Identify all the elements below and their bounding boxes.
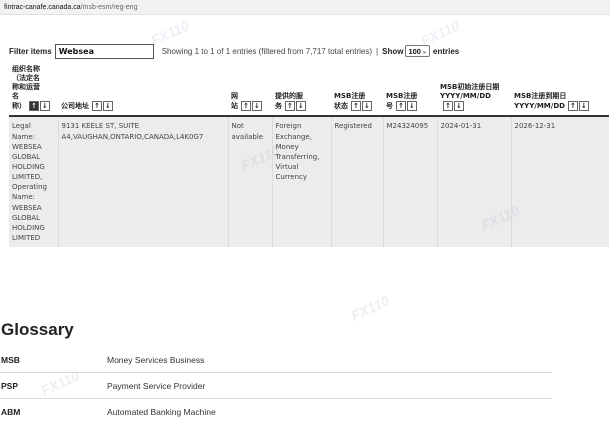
column-header-text: YYYY/MM/DD xyxy=(514,102,565,111)
table-header-row: 组织名称 （法定名 称和运营名称） ↑ ↓ 公司地址 ↑ ↓ 网站 ↑ ↓ 提供的服务 ↑ ↓ MSB注册状… xyxy=(9,62,609,118)
sort-controls: ↑ ↓ xyxy=(395,101,417,112)
cell-website: Not available xyxy=(228,116,273,248)
column-header-text: 提供的服 xyxy=(275,92,303,101)
sort-descending-icon[interactable]: ↓ xyxy=(406,101,417,112)
glossary-definition: Money Services Business xyxy=(107,354,205,365)
sort-controls: ↑ ↓ xyxy=(240,101,262,112)
column-header-text: 网 xyxy=(231,92,238,101)
glossary-term: MSB xyxy=(1,354,20,365)
chevron-down-icon: ⌄ xyxy=(421,48,427,55)
sort-ascending-icon[interactable]: ↑ xyxy=(285,101,295,112)
sort-descending-icon[interactable]: ↓ xyxy=(361,101,372,112)
sort-ascending-icon[interactable]: ↑ xyxy=(567,101,578,112)
cell-status: Registered xyxy=(331,116,384,248)
filter-input[interactable] xyxy=(54,43,154,59)
glossary-item: PSP Payment Service Provider xyxy=(0,373,552,399)
url-host: fintrac-canafe.canada.ca xyxy=(4,4,81,11)
column-header-text: （法定名 xyxy=(12,74,40,83)
glossary-term: ABM xyxy=(1,406,21,417)
sort-descending-icon[interactable]: ↓ xyxy=(453,101,464,112)
column-header-2: 公司地址 ↑ ↓ xyxy=(58,62,228,118)
sort-controls: ↑ ↓ xyxy=(91,101,113,112)
watermark-icon: FX110 xyxy=(348,292,392,324)
sort-ascending-icon[interactable]: ↑ xyxy=(241,101,251,112)
column-header-text: MSB初始注册日期 xyxy=(440,83,500,92)
column-header-text: MSB注册 xyxy=(386,92,418,101)
column-header-7: MSB初始注册日期 YYYY/MM/DD↑ ↓ xyxy=(437,62,511,118)
glossary-item: ABM Automated Banking Machine xyxy=(0,399,552,423)
glossary-term: PSP xyxy=(1,380,19,391)
sort-ascending-icon[interactable]: ↑ xyxy=(443,101,453,112)
sort-descending-icon[interactable]: ↓ xyxy=(295,101,306,112)
page-size-value: 100 xyxy=(408,46,421,56)
column-header-text: 称和运营 xyxy=(12,83,40,92)
url-bar[interactable]: fintrac-canafe.canada.ca/msb-esm/reg-eng xyxy=(0,0,610,15)
show-label: Show xyxy=(382,46,404,56)
entries-label: entries xyxy=(433,46,460,56)
column-header-text: YYYY/MM/DD xyxy=(440,92,491,101)
sort-controls: ↑ ↓ xyxy=(28,101,50,112)
filter-label: Filter items xyxy=(9,46,52,56)
url-path: /msb-esm/reg-eng xyxy=(80,4,138,11)
column-header-text: MSB注册 xyxy=(334,92,366,101)
cell-address: 9131 KEELE ST, SUITE A4,VAUGHAN,ONTARIO,… xyxy=(58,116,229,248)
cell-name: Legal Name: WEBSEA GLOBAL HOLDING LIMITE… xyxy=(9,116,59,248)
sort-ascending-icon[interactable]: ↑ xyxy=(396,101,406,112)
column-header-6: MSB注册号 ↑ ↓ xyxy=(383,62,437,118)
sort-controls: ↑ ↓ xyxy=(350,101,372,112)
cell-services: Foreign Exchange, Money Transferring, Vi… xyxy=(272,116,332,248)
page-size-select[interactable]: 100 ⌄ xyxy=(405,45,430,57)
glossary-definition: Payment Service Provider xyxy=(107,380,206,391)
msb-registry-table: 组织名称 （法定名 称和运营名称） ↑ ↓ 公司地址 ↑ ↓ 网站 ↑ ↓ 提供的服务 ↑ ↓ MSB注册状… xyxy=(9,62,609,248)
column-header-text: 公司地址 xyxy=(61,102,89,111)
column-header-5: MSB注册 状态 ↑ ↓ xyxy=(331,62,383,118)
sort-controls: ↑ ↓ xyxy=(284,101,306,112)
column-header-1: 组织名称 （法定名 称和运营名称） ↑ ↓ xyxy=(9,62,58,118)
filter-bar: Filter items Showing 1 to 1 of 1 entries… xyxy=(9,43,606,59)
sort-descending-icon[interactable]: ↓ xyxy=(39,101,50,112)
sort-descending-icon[interactable]: ↓ xyxy=(102,101,113,112)
column-header-8: MSB注册到期日 YYYY/MM/DD ↑ ↓ xyxy=(511,62,609,118)
column-header-text: 站 xyxy=(231,102,238,111)
sort-ascending-icon[interactable]: ↑ xyxy=(351,101,361,112)
sort-ascending-icon[interactable]: ↑ xyxy=(92,101,102,112)
cell-expiry-date: 2026-12-31 xyxy=(511,116,609,248)
column-header-3: 网站 ↑ ↓ xyxy=(228,62,272,118)
column-header-text: 称） xyxy=(12,102,26,111)
sort-descending-icon[interactable]: ↓ xyxy=(251,101,262,112)
column-header-text: 状态 xyxy=(334,102,348,111)
filter-separator: | xyxy=(376,46,379,56)
column-header-text: MSB注册到期日 xyxy=(514,92,567,101)
table-row: Legal Name: WEBSEA GLOBAL HOLDING LIMITE… xyxy=(9,116,609,248)
column-header-text: 名 xyxy=(12,92,19,101)
column-header-4: 提供的服务 ↑ ↓ xyxy=(272,62,331,118)
cell-initial-date: 2024-01-31 xyxy=(437,116,512,248)
column-header-text: 组织名称 xyxy=(12,65,40,73)
column-header-text: 号 xyxy=(386,102,393,111)
glossary-title: Glossary xyxy=(1,320,74,339)
cell-reg-number: M24324095 xyxy=(383,116,438,248)
sort-controls: ↑ ↓ xyxy=(567,101,589,112)
entries-info: Showing 1 to 1 of 1 entries (filtered fr… xyxy=(161,46,373,56)
sort-controls: ↑ ↓ xyxy=(442,101,464,112)
table-body: Legal Name: WEBSEA GLOBAL HOLDING LIMITE… xyxy=(9,116,609,248)
column-header-text: 务 xyxy=(275,102,282,111)
glossary-item: MSB Money Services Business xyxy=(0,347,552,373)
sort-ascending-icon[interactable]: ↑ xyxy=(29,101,39,112)
glossary-definition: Automated Banking Machine xyxy=(107,406,216,417)
sort-descending-icon[interactable]: ↓ xyxy=(578,101,589,112)
glossary-list: MSB Money Services Business PSP Payment Ser… xyxy=(0,347,552,423)
